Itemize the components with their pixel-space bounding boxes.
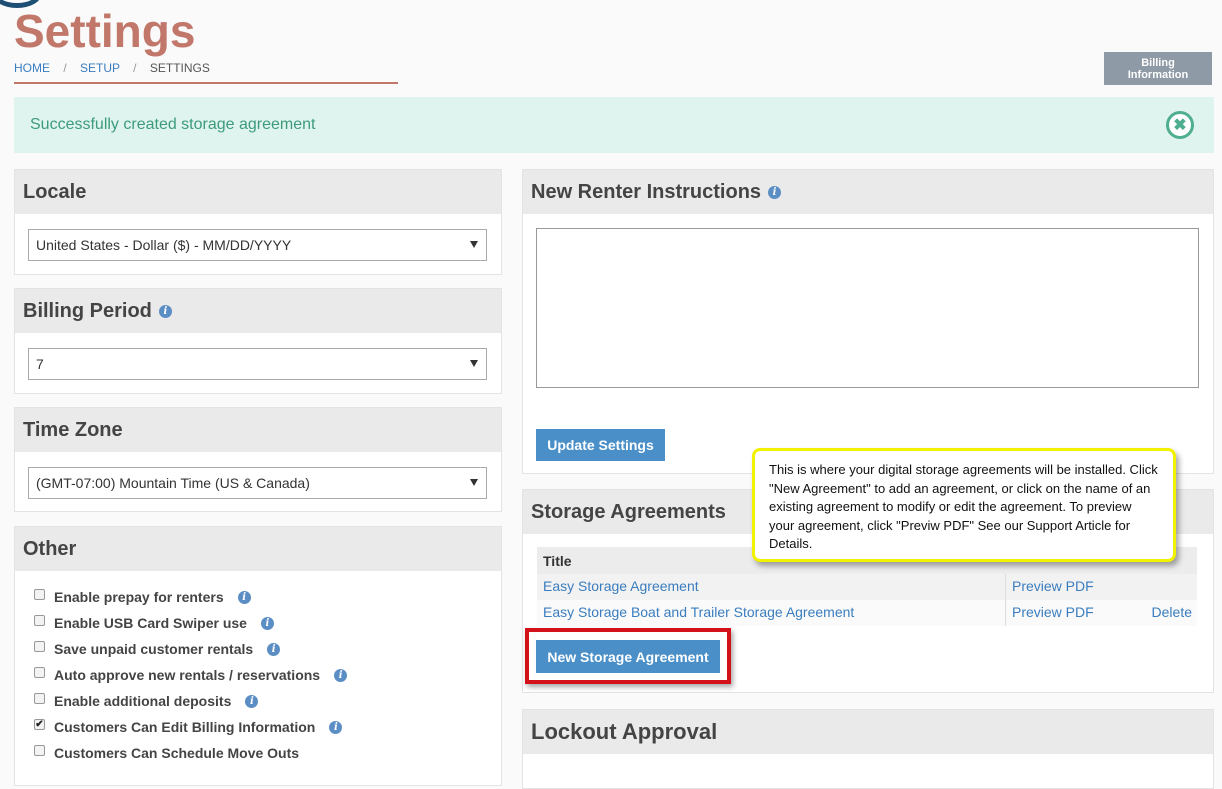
title-underline bbox=[14, 82, 398, 84]
chevron-down-icon bbox=[470, 241, 478, 248]
delete-link[interactable]: Delete bbox=[1152, 604, 1192, 620]
checkbox[interactable] bbox=[34, 640, 45, 652]
locale-select[interactable]: United States - Dollar ($) - MM/DD/YYYY bbox=[28, 229, 487, 261]
billing-information-button[interactable]: Billing Information bbox=[1104, 52, 1212, 85]
info-icon[interactable]: i bbox=[768, 185, 782, 199]
time-zone-panel: Time Zone (GMT-07:00) Mountain Time (US … bbox=[14, 407, 502, 512]
info-icon[interactable]: i bbox=[260, 616, 274, 630]
option-label: Auto approve new rentals / reservations bbox=[54, 667, 321, 683]
table-row: Easy Storage Agreement Preview PDF bbox=[537, 574, 1197, 600]
chevron-down-icon bbox=[470, 360, 478, 367]
info-icon[interactable]: i bbox=[245, 694, 259, 708]
option-label: Enable USB Card Swiper use bbox=[54, 615, 247, 631]
checkbox[interactable] bbox=[34, 588, 45, 600]
checkbox[interactable] bbox=[34, 692, 45, 704]
option-row[interactable]: Save unpaid customer rentals i bbox=[34, 640, 281, 658]
locale-panel: Locale United States - Dollar ($) - MM/D… bbox=[14, 169, 502, 275]
checkbox[interactable] bbox=[34, 614, 45, 626]
renter-instructions-heading: New Renter Instructions i bbox=[523, 170, 1213, 214]
option-label: Save unpaid customer rentals bbox=[54, 641, 254, 657]
option-row[interactable]: Enable additional deposits i bbox=[34, 692, 259, 710]
close-icon[interactable]: ✖ bbox=[1166, 111, 1194, 139]
breadcrumb: HOME / SETUP / SETTINGS bbox=[14, 61, 210, 75]
checkbox[interactable] bbox=[34, 666, 45, 678]
option-label: Enable additional deposits bbox=[54, 693, 232, 709]
breadcrumb-setup[interactable]: SETUP bbox=[80, 61, 120, 75]
info-icon[interactable]: i bbox=[158, 304, 172, 318]
billing-period-heading: Billing Period i bbox=[15, 289, 501, 333]
checkbox[interactable] bbox=[34, 744, 45, 756]
locale-heading: Locale bbox=[15, 170, 501, 214]
renter-instructions-textarea[interactable] bbox=[536, 228, 1199, 388]
option-row[interactable]: ✔ Customers Can Edit Billing Information i bbox=[34, 718, 343, 736]
option-label: Customers Can Schedule Move Outs bbox=[54, 745, 300, 761]
agreement-title-link[interactable]: Easy Storage Agreement bbox=[543, 578, 699, 594]
info-icon[interactable]: i bbox=[334, 668, 348, 682]
update-settings-button[interactable]: Update Settings bbox=[536, 429, 665, 461]
time-zone-select[interactable]: (GMT-07:00) Mountain Time (US & Canada) bbox=[28, 467, 487, 499]
agreement-title-link[interactable]: Easy Storage Boat and Trailer Storage Ag… bbox=[543, 604, 854, 620]
info-icon[interactable]: i bbox=[237, 590, 251, 604]
checkbox[interactable]: ✔ bbox=[34, 718, 45, 730]
breadcrumb-home[interactable]: HOME bbox=[14, 61, 50, 75]
renter-instructions-panel: New Renter Instructions i Update Settings bbox=[522, 169, 1214, 474]
alert-message: Successfully created storage agreement bbox=[30, 116, 316, 133]
lockout-approval-heading: Lockout Approval bbox=[523, 710, 1213, 754]
preview-pdf-link[interactable]: Preview PDF bbox=[1012, 578, 1094, 594]
billing-period-panel: Billing Period i 7 bbox=[14, 288, 502, 394]
help-tooltip: This is where your digital storage agree… bbox=[752, 448, 1176, 562]
option-row[interactable]: Auto approve new rentals / reservations i bbox=[34, 666, 348, 684]
other-panel: Other Enable prepay for renters i Enable U… bbox=[14, 526, 502, 786]
table-row: Easy Storage Boat and Trailer Storage Ag… bbox=[537, 600, 1197, 626]
option-row[interactable]: Enable prepay for renters i bbox=[34, 588, 251, 606]
breadcrumb-current: SETTINGS bbox=[149, 61, 210, 75]
column-divider bbox=[1005, 574, 1006, 600]
page-title: Settings bbox=[14, 5, 196, 57]
option-label: Customers Can Edit Billing Information bbox=[54, 719, 316, 735]
info-icon[interactable]: i bbox=[329, 720, 343, 734]
option-label: Enable prepay for renters bbox=[54, 589, 224, 605]
option-row[interactable]: Customers Can Schedule Move Outs bbox=[34, 744, 299, 762]
time-zone-heading: Time Zone bbox=[15, 408, 501, 452]
option-row[interactable]: Enable USB Card Swiper use i bbox=[34, 614, 274, 632]
column-divider bbox=[1005, 600, 1006, 626]
info-icon[interactable]: i bbox=[267, 642, 281, 656]
lockout-approval-panel: Lockout Approval bbox=[522, 709, 1214, 789]
chevron-down-icon bbox=[470, 479, 478, 486]
breadcrumb-separator: / bbox=[63, 61, 67, 75]
other-heading: Other bbox=[15, 527, 501, 571]
highlight-box bbox=[525, 628, 731, 684]
breadcrumb-separator: / bbox=[133, 61, 137, 75]
success-alert: Successfully created storage agreement ✖ bbox=[14, 97, 1214, 153]
preview-pdf-link[interactable]: Preview PDF bbox=[1012, 604, 1094, 620]
billing-period-select[interactable]: 7 bbox=[28, 348, 487, 380]
